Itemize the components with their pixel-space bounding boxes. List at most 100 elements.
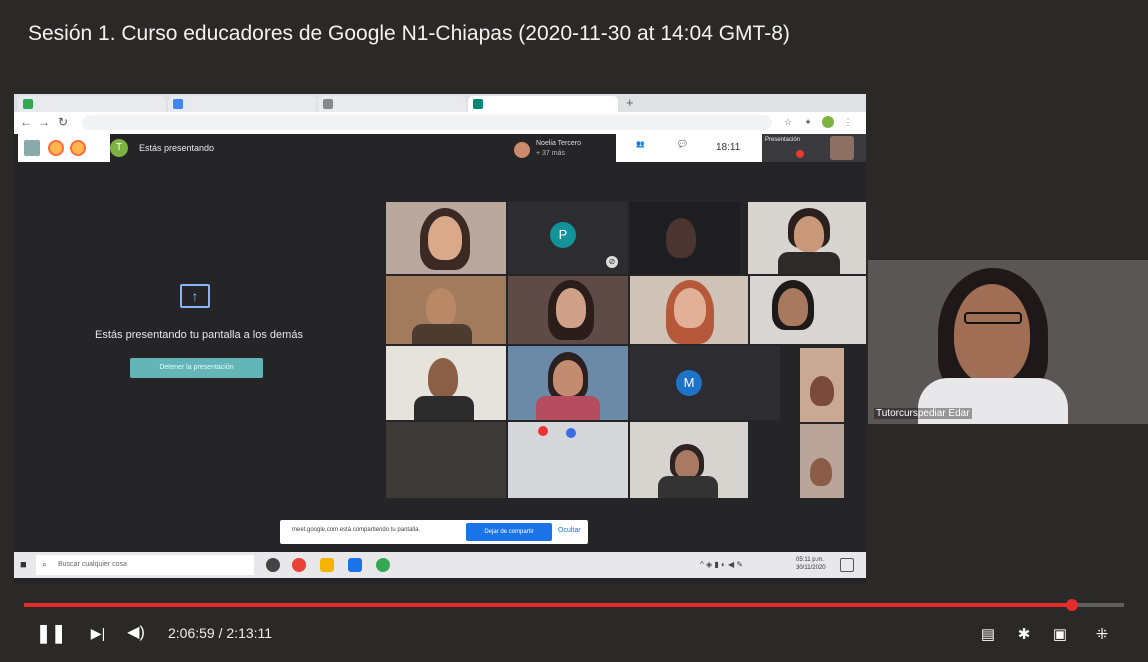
app-icon[interactable] [348,558,362,572]
presenter-thumbnail [830,136,854,160]
participants-grid: P ⊘ M [386,202,866,502]
exit-fullscreen-icon[interactable]: ⁜ [1090,624,1114,646]
volume-icon[interactable]: ◀) [122,620,150,646]
progress-scrubber[interactable] [1066,599,1079,611]
participant-tile[interactable] [800,348,844,422]
participant-tile[interactable] [800,424,844,498]
hide-notification-link[interactable]: Ocultar [558,527,581,534]
participant-tile[interactable]: M [630,346,780,420]
decoration-icon [538,426,548,436]
forward-arrow-icon[interactable]: → [38,115,50,129]
participant-face [556,288,586,328]
participant-body [658,476,718,498]
user-avatar: T [110,139,128,157]
time-separator: / [214,625,227,641]
presentation-chip[interactable]: Presentación [762,134,866,162]
participant-face [426,288,456,326]
taskbar-search-input[interactable]: Buscar cualquier cosa [36,555,254,575]
subtitles-icon[interactable]: ▤ [976,624,1000,646]
participant-tile[interactable] [508,346,628,420]
people-icon[interactable]: 👥 [636,140,645,148]
next-icon[interactable]: ▶| [86,620,110,646]
participant-tile[interactable] [508,276,628,344]
url-field[interactable] [82,115,772,130]
participant-face [810,458,832,486]
tab-favicon-icon [473,99,483,109]
participant-count: + 37 más [536,150,565,157]
shared-screen: + ← → ↻ ☆ ✦ ⋮ T Estás presentando Noelia [14,94,866,584]
task-view-icon[interactable] [266,558,280,572]
pause-icon[interactable]: ❚❚ [36,620,66,646]
profile-avatar[interactable] [822,116,834,128]
meet-logo-area [18,134,110,162]
tab-favicon-icon [323,99,333,109]
settings-gear-icon[interactable]: ✱ [1012,624,1036,646]
progress-played [24,603,1073,607]
meet-top-bar: T Estás presentando Noelia Tercero + 37 … [14,134,866,170]
time-display: 2:06:59 / 2:13:11 [168,625,272,641]
search-icon: ⌕ [42,559,48,569]
file-explorer-icon[interactable] [320,558,334,572]
participant-face [674,288,706,328]
windows-taskbar: ■ Buscar cualquier cosa ⌕ ^ ◈ ▮ ◐ ◀ ✎ 05… [14,552,866,578]
miniplayer-icon[interactable]: ▣ [1048,624,1072,646]
decoration-icon [566,428,576,438]
participant-face [675,450,699,478]
participant-tile[interactable] [630,276,748,344]
meet-clock: 18:11 [716,142,741,153]
stop-presenting-button[interactable]: Detener la presentación [130,358,263,378]
extension-icon[interactable]: ✦ [802,116,814,128]
new-tab-icon[interactable]: + [626,95,634,110]
participant-tile[interactable] [386,346,506,420]
participant-tile[interactable] [508,422,628,498]
participant-tile[interactable] [630,422,748,498]
reload-icon[interactable]: ↻ [58,115,68,129]
presenter-name: Tutorcurspediar Edar [874,408,972,419]
browser-tab[interactable] [318,96,466,112]
star-icon[interactable]: ☆ [782,116,794,128]
duration: 2:13:11 [226,625,273,641]
browser-tab-bar: + [14,94,866,112]
participant-initial: M [676,370,702,396]
person-icon [24,140,40,156]
meet-controls-strip: 👥 💬 18:11 [616,134,762,162]
video-title: Sesión 1. Curso educadores de Google N1-… [28,22,790,45]
participant-body [412,324,472,344]
presenting-label: Estás presentando [139,143,215,153]
upload-screen-icon: ↑ [180,284,210,308]
chrome-icon[interactable] [376,558,390,572]
participant-face [428,216,462,260]
browser-tab[interactable] [168,96,316,112]
progress-bar[interactable] [24,599,1124,611]
participant-face [553,360,583,396]
participant-tile[interactable] [386,422,506,498]
participant-face [778,288,808,326]
taskbar-clock: 05:11 p.m. 30/11/2020 [796,556,826,572]
current-time: 2:06:59 [168,625,215,641]
tab-favicon-icon [173,99,183,109]
chat-icon[interactable]: 💬 [678,140,687,148]
video-player[interactable]: Sesión 1. Curso educadores de Google N1-… [0,0,1148,662]
stop-sharing-button[interactable]: Dejar de compartir [466,523,552,541]
taskbar-time: 05:11 p.m. [796,557,824,563]
participant-tile[interactable] [386,276,506,344]
system-tray[interactable]: ^ ◈ ▮ ◐ ◀ ✎ [700,560,743,569]
notification-text: meet.google.com está compartiendo tu pan… [292,527,421,533]
participant-tile[interactable] [386,202,506,274]
browser-menu-icon[interactable]: ⋮ [842,116,854,128]
back-arrow-icon[interactable]: ← [20,115,32,129]
participant-tile[interactable] [748,202,866,274]
mic-off-icon [796,150,804,158]
notification-center-icon[interactable] [840,558,854,572]
participant-tile[interactable]: P ⊘ [508,202,628,274]
chrome-icon[interactable] [292,558,306,572]
participant-tile[interactable] [750,276,866,344]
windows-start-icon[interactable]: ■ [20,559,27,571]
participant-tile[interactable] [630,202,740,274]
browser-tab-active[interactable] [468,96,618,112]
participants-pill[interactable]: Noelia Tercero + 37 más [514,138,614,164]
browser-tab[interactable] [18,96,166,112]
taskbar-date: 30/11/2020 [796,565,826,571]
participant-face [794,216,824,252]
presentation-label: Presentación [765,137,801,143]
